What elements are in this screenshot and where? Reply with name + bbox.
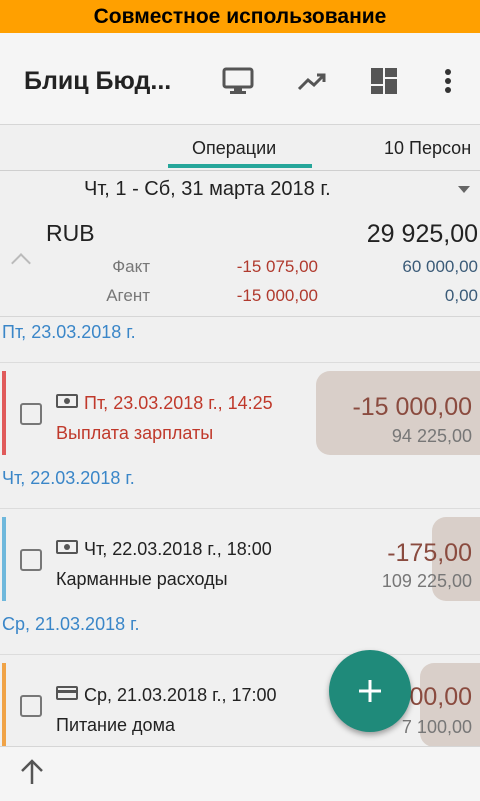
total-balance: 29 925,00 <box>366 220 478 248</box>
add-transaction-button[interactable] <box>329 650 411 732</box>
tab-operations[interactable]: Операции <box>192 138 276 159</box>
period-selector[interactable]: Чт, 1 - Сб, 31 марта 2018 г. <box>0 170 480 212</box>
collapse-chevron-icon[interactable] <box>11 253 31 273</box>
transaction-description: Выплата зарплаты <box>56 423 214 443</box>
transaction-amount: -15 000,00 <box>352 393 472 421</box>
plus-icon <box>359 680 381 702</box>
select-checkbox[interactable] <box>20 695 42 717</box>
transaction-description: Карманные расходы <box>56 569 228 589</box>
cash-icon <box>56 539 78 560</box>
monitor-icon[interactable] <box>222 65 254 97</box>
transaction-amount: -175,00 <box>387 539 472 567</box>
fact-income: 60 000,00 <box>402 257 478 276</box>
transaction-datetime: Чт, 22.03.2018 г., 18:00 <box>84 539 272 559</box>
date-header: Ср, 21.03.2018 г. <box>2 614 140 634</box>
date-header: Пт, 23.03.2018 г. <box>2 322 136 342</box>
running-balance: 94 225,00 <box>391 426 472 446</box>
agent-label: Агент <box>106 286 150 305</box>
agent-expense: -15 000,00 <box>236 286 318 305</box>
active-tab-indicator <box>168 164 312 168</box>
transaction-datetime-row: Чт, 22.03.2018 г., 18:00 <box>56 539 272 560</box>
transaction-datetime: Пт, 23.03.2018 г., 14:25 <box>84 393 273 413</box>
banner-text: Совместное использование <box>93 4 387 28</box>
app-title: Блиц Бюд... <box>24 67 172 95</box>
transaction-amount: 00,00 <box>409 683 472 711</box>
running-balance: 7 100,00 <box>401 717 472 737</box>
transaction-datetime-row: Ср, 21.03.2018 г., 17:00 <box>56 685 277 706</box>
category-stripe <box>2 371 6 455</box>
running-balance: 109 225,00 <box>381 571 472 591</box>
cash-icon <box>56 393 78 414</box>
more-vert-icon[interactable] <box>432 65 464 97</box>
select-checkbox[interactable] <box>20 549 42 571</box>
dropdown-arrow-icon <box>458 186 470 193</box>
tab-persons[interactable]: 10 Персон <box>384 138 471 159</box>
category-stripe <box>2 663 6 747</box>
bottom-bar <box>0 746 480 801</box>
transaction-item[interactable]: Пт, 23.03.2018 г., 14:25 Выплата зарплат… <box>0 362 480 463</box>
scroll-to-top-icon[interactable] <box>18 757 46 792</box>
period-text: Чт, 1 - Сб, 31 марта 2018 г. <box>84 178 331 200</box>
card-icon <box>56 685 78 706</box>
currency-label: RUB <box>46 220 95 246</box>
shared-use-banner: Совместное использование <box>0 0 480 33</box>
transaction-item[interactable]: Чт, 22.03.2018 г., 18:00 Карманные расхо… <box>0 508 480 609</box>
agent-income: 0,00 <box>444 286 478 305</box>
dashboard-icon[interactable] <box>368 65 400 97</box>
trending-up-icon[interactable] <box>296 65 328 97</box>
select-checkbox[interactable] <box>20 403 42 425</box>
app-bar: Блиц Бюд... <box>0 33 480 125</box>
date-header: Чт, 22.03.2018 г. <box>2 468 135 488</box>
amount-box: -15 000,00 94 225,00 <box>316 371 480 455</box>
transaction-datetime-row: Пт, 23.03.2018 г., 14:25 <box>56 393 273 414</box>
fact-expense: -15 075,00 <box>236 257 318 276</box>
fact-label: Факт <box>112 257 150 276</box>
summary-panel: RUB 29 925,00 Факт -15 075,00 60 000,00 … <box>0 212 480 317</box>
category-stripe <box>2 517 6 601</box>
transaction-datetime: Ср, 21.03.2018 г., 17:00 <box>84 685 277 705</box>
transaction-description: Питание дома <box>56 715 175 735</box>
